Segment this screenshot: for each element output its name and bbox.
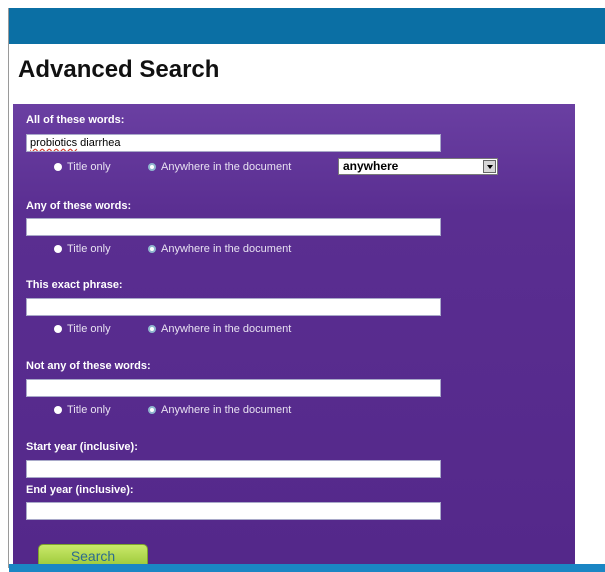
not-words-input[interactable] [26, 379, 441, 397]
exact-phrase-input[interactable] [26, 298, 441, 316]
radio-label: Anywhere in the document [161, 323, 292, 335]
misspelled-word: probiotics [30, 137, 78, 149]
search-button[interactable]: Search [38, 544, 148, 566]
bottom-banner [9, 564, 605, 572]
all-words-value: diarrhea [77, 137, 121, 149]
not-words-label: Not any of these words: [26, 360, 151, 372]
not-words-scope: Title only Anywhere in the document [13, 404, 573, 418]
radio-label: Title only [67, 243, 111, 255]
radio-label: Anywhere in the document [161, 243, 292, 255]
radio-unchecked-icon [54, 163, 62, 171]
any-words-title-only-radio[interactable]: Title only [54, 243, 111, 255]
exact-phrase-label: This exact phrase: [26, 279, 123, 291]
all-words-title-only-radio[interactable]: Title only [54, 161, 111, 173]
radio-label: Title only [67, 323, 111, 335]
exact-phrase-scope: Title only Anywhere in the document [13, 323, 573, 337]
radio-checked-icon [148, 245, 156, 253]
start-year-label: Start year (inclusive): [26, 441, 138, 453]
any-words-anywhere-radio[interactable]: Anywhere in the document [148, 243, 291, 255]
page-title: Advanced Search [18, 56, 220, 83]
top-banner [9, 8, 605, 44]
exact-phrase-title-only-radio[interactable]: Title only [54, 323, 111, 335]
start-year-input[interactable] [26, 460, 441, 478]
radio-unchecked-icon [54, 245, 62, 253]
exact-phrase-anywhere-radio[interactable]: Anywhere in the document [148, 323, 291, 335]
left-border [8, 8, 9, 568]
not-words-title-only-radio[interactable]: Title only [54, 404, 111, 416]
end-year-input[interactable] [26, 502, 441, 520]
radio-checked-icon [148, 325, 156, 333]
any-words-label: Any of these words: [26, 200, 132, 212]
radio-checked-icon [148, 406, 156, 414]
all-words-anywhere-radio[interactable]: Anywhere in the document [148, 161, 291, 173]
radio-label: Title only [67, 404, 111, 416]
radio-label: Anywhere in the document [161, 161, 292, 173]
radio-label: Title only [67, 161, 111, 173]
not-words-anywhere-radio[interactable]: Anywhere in the document [148, 404, 291, 416]
any-words-input[interactable] [26, 218, 441, 236]
radio-unchecked-icon [54, 406, 62, 414]
all-words-input[interactable]: probiotics diarrhea [26, 134, 441, 152]
end-year-label: End year (inclusive): [26, 484, 134, 496]
all-words-label: All of these words: [26, 114, 125, 126]
radio-label: Anywhere in the document [161, 404, 292, 416]
radio-checked-icon [148, 163, 156, 171]
location-select-value: anywhere [343, 159, 399, 173]
radio-unchecked-icon [54, 325, 62, 333]
location-select[interactable]: anywhere [338, 158, 498, 175]
any-words-scope: Title only Anywhere in the document [13, 243, 573, 257]
advanced-search-form: All of these words: probiotics diarrhea … [13, 104, 575, 566]
dropdown-arrow-icon[interactable] [483, 160, 496, 173]
